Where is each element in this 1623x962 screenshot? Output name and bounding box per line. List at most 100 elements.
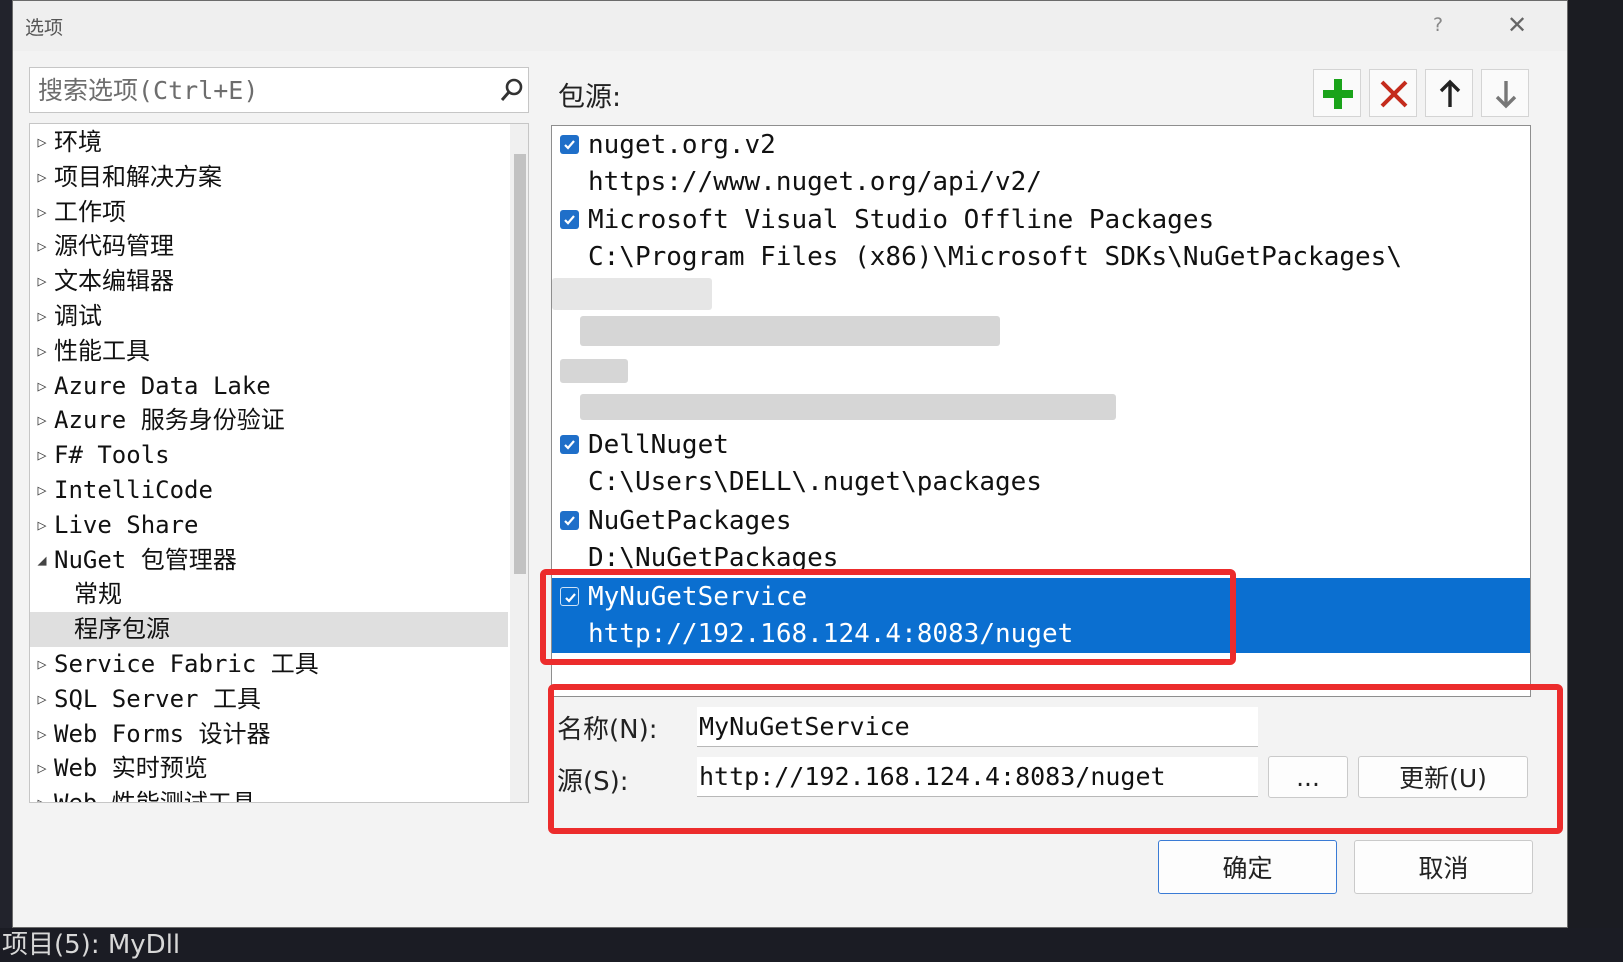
collapsed-arrow-icon[interactable]: ▷	[30, 160, 54, 195]
tree-item-label: Service Fabric 工具	[54, 650, 319, 678]
source-name: Microsoft Visual Studio Offline Packages	[588, 205, 1215, 235]
source-checkbox[interactable]	[560, 135, 579, 154]
plus-icon	[1323, 79, 1353, 109]
tree-item[interactable]: ▷ SQL Server 工具	[30, 682, 508, 717]
tree-item-label: 源代码管理	[54, 232, 174, 261]
tree-item-label: IntelliCode	[54, 476, 213, 504]
collapsed-arrow-icon[interactable]: ▷	[30, 403, 54, 438]
tree-item-label: 工作项	[54, 197, 126, 226]
tree-item[interactable]: ◢ NuGet 包管理器	[30, 543, 508, 578]
tree-item-label: 程序包源	[74, 615, 170, 644]
tree-item[interactable]: ▷ Web Forms 设计器	[30, 717, 508, 752]
tree-item[interactable]: ▷ Azure 服务身份验证	[30, 403, 508, 438]
update-button[interactable]: 更新(U)	[1358, 756, 1528, 798]
tree-item[interactable]: ▷ 性能工具	[30, 334, 508, 369]
tree-item[interactable]: ▷ Azure Data Lake	[30, 369, 508, 404]
tree-item[interactable]: ▷ 源代码管理	[30, 229, 508, 264]
source-checkbox[interactable]	[560, 511, 579, 530]
source-item-redacted-2[interactable]	[552, 351, 1530, 426]
source-item-redacted-1[interactable]	[552, 276, 1530, 351]
collapsed-arrow-icon[interactable]: ▷	[30, 751, 54, 786]
background-edge-right	[1568, 0, 1623, 962]
ok-button[interactable]: 确定	[1158, 840, 1337, 894]
tree-scrollbar[interactable]	[510, 124, 528, 802]
name-label: 名称(N):	[557, 715, 658, 745]
collapsed-arrow-icon[interactable]: ▷	[30, 682, 54, 717]
source-item-1[interactable]: Microsoft Visual Studio Offline Packages…	[552, 201, 1530, 276]
tree-scrollbar-thumb[interactable]	[514, 154, 526, 574]
package-source-list: nuget.org.v2 https://www.nuget.org/api/v…	[551, 125, 1531, 697]
redacted-url	[580, 394, 1116, 420]
search-box	[29, 67, 529, 113]
collapsed-arrow-icon[interactable]: ▷	[30, 125, 54, 160]
tree-item-label: Azure 服务身份验证	[54, 406, 285, 435]
collapsed-arrow-icon[interactable]: ▷	[30, 473, 54, 508]
name-field[interactable]	[697, 707, 1258, 747]
cancel-button[interactable]: 取消	[1354, 840, 1533, 894]
tree-item[interactable]: ▷ 调试	[30, 299, 508, 334]
tree-item-label: Web 实时预览	[54, 754, 208, 783]
add-source-button[interactable]	[1313, 69, 1361, 117]
tree-item-label: 文本编辑器	[54, 267, 174, 296]
collapsed-arrow-icon[interactable]: ▷	[30, 299, 54, 334]
tree-item-label: 项目和解决方案	[54, 162, 222, 191]
source-name: nuget.org.v2	[588, 130, 776, 160]
collapsed-arrow-icon[interactable]: ▷	[30, 264, 54, 299]
arrow-up-icon	[1439, 79, 1461, 107]
tree-item-label: 性能工具	[54, 336, 150, 365]
source-item-2[interactable]: DellNuget C:\Users\DELL\.nuget\packages	[552, 426, 1530, 501]
sources-label: 包源:	[558, 82, 622, 113]
move-down-button[interactable]	[1481, 69, 1529, 117]
move-up-button[interactable]	[1425, 69, 1473, 117]
collapsed-arrow-icon[interactable]: ▷	[30, 717, 54, 752]
source-checkbox[interactable]	[560, 587, 579, 606]
collapsed-arrow-icon[interactable]: ▷	[30, 195, 54, 230]
background-edge-left	[0, 0, 12, 962]
source-item-3[interactable]: NuGetPackages D:\NuGetPackages	[552, 502, 1530, 577]
tree-item[interactable]: ▷ Web 实时预览	[30, 751, 508, 786]
tree-item[interactable]: ▷ F# Tools	[30, 438, 508, 473]
tree-item[interactable]: ▷ Live Share	[30, 508, 508, 543]
source-checkbox[interactable]	[560, 435, 579, 454]
source-field[interactable]	[697, 757, 1258, 797]
tree-item-label: Web Forms 设计器	[54, 719, 271, 748]
collapsed-arrow-icon[interactable]: ▷	[30, 229, 54, 264]
source-checkbox[interactable]	[560, 210, 579, 229]
tree-item-label: 调试	[54, 302, 102, 330]
remove-x-icon	[1380, 80, 1408, 108]
tree-item[interactable]: ▷ 工作项	[30, 195, 508, 230]
tree-item-label: F# Tools	[54, 441, 170, 470]
collapsed-arrow-icon[interactable]: ▷	[30, 334, 54, 369]
arrow-down-icon	[1495, 81, 1517, 109]
tree-item-label: Live Share	[54, 510, 199, 539]
expanded-arrow-icon[interactable]: ◢	[30, 543, 54, 578]
collapsed-arrow-icon[interactable]: ▷	[30, 369, 54, 404]
tree-item[interactable]: 程序包源	[30, 612, 508, 648]
collapsed-arrow-icon[interactable]: ▷	[30, 786, 54, 802]
options-tree: ▷ 环境 ▷ 项目和解决方案 ▷ 工作项 ▷ 源代码管理 ▷ 文本编辑器 ▷ 调试 ▷ 性能工具 ▷ Azur…	[29, 123, 529, 803]
tree-item-label: 常规	[74, 580, 122, 609]
tree-item[interactable]: ▷ 环境	[30, 125, 508, 160]
search-input[interactable]	[30, 68, 485, 112]
help-button[interactable]: ?	[1433, 14, 1443, 36]
close-button[interactable]: ✕	[1507, 11, 1527, 39]
tree-item[interactable]: ▷ 文本编辑器	[30, 264, 508, 299]
tree-item[interactable]: ▷ 项目和解决方案	[30, 160, 508, 195]
tree-item[interactable]: ▷Web 性能测试工具	[30, 786, 508, 802]
collapsed-arrow-icon[interactable]: ▷	[30, 647, 54, 682]
tree-item[interactable]: ▷ IntelliCode	[30, 473, 508, 508]
collapsed-arrow-icon[interactable]: ▷	[30, 438, 54, 473]
source-item-4[interactable]: MyNuGetService http://192.168.124.4:8083…	[552, 578, 1530, 653]
redacted-name	[560, 359, 628, 383]
source-item-0[interactable]: nuget.org.v2 https://www.nuget.org/api/v…	[552, 126, 1530, 201]
browse-button[interactable]: ...	[1268, 756, 1348, 798]
source-name: NuGetPackages	[588, 506, 792, 536]
search-icon[interactable]	[498, 76, 526, 104]
redacted-url	[580, 316, 1000, 346]
remove-source-button[interactable]	[1369, 69, 1417, 117]
tree-item-label: 环境	[54, 128, 102, 156]
tree-item[interactable]: 常规	[30, 577, 508, 612]
tree-item-label: Web 性能测试工具	[54, 789, 256, 802]
tree-item[interactable]: ▷ Service Fabric 工具	[30, 647, 508, 682]
collapsed-arrow-icon[interactable]: ▷	[30, 508, 54, 543]
